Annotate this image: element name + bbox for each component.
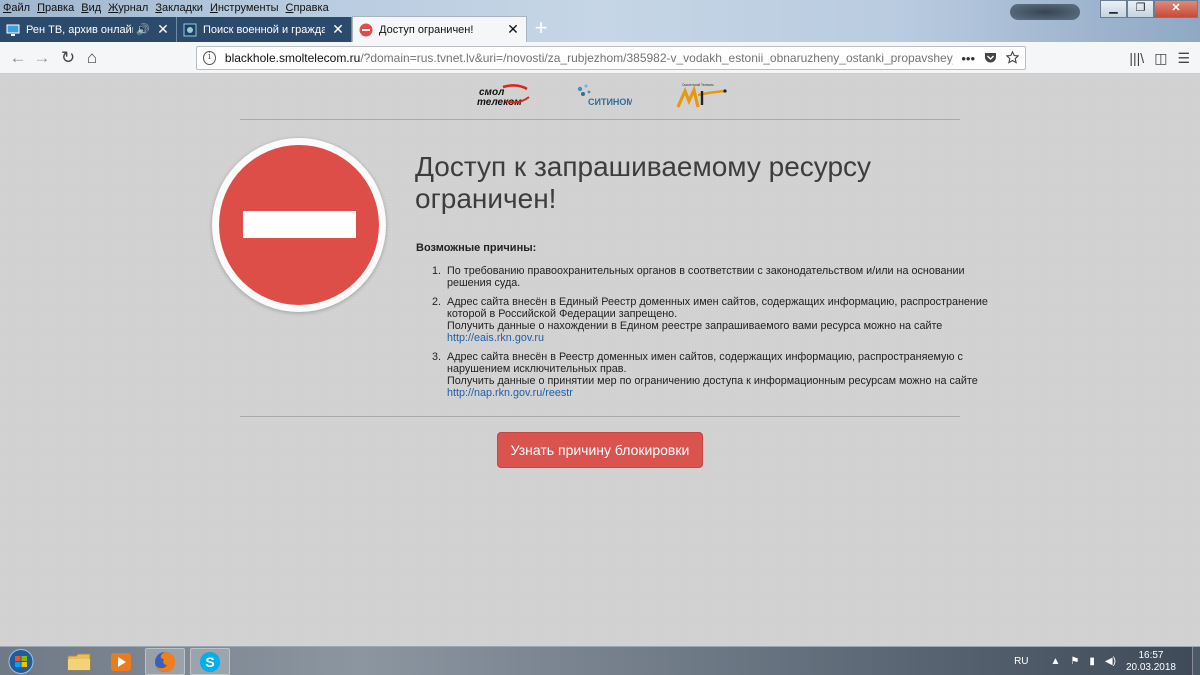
- monitor-icon: [6, 24, 20, 36]
- browser-titlebar: Файл Правка Вид Журнал Закладки Инструме…: [0, 0, 1200, 42]
- no-entry-sign-icon: [212, 138, 386, 312]
- tab-strip: Рен ТВ, архив онлайн. Теле 🔊 ✕ Поиск вое…: [0, 15, 1200, 42]
- logo-word-sitynom: СИТИНОМ: [588, 97, 632, 107]
- network-icon[interactable]: ▮: [1089, 656, 1095, 667]
- menu-view[interactable]: Вид: [78, 0, 105, 15]
- list-item: 1. По требованию правоохранительных орга…: [432, 265, 992, 289]
- tab-search[interactable]: Поиск военной и гражданской ✕: [177, 17, 352, 42]
- no-entry-sign-bar: [243, 211, 356, 238]
- close-tab-icon[interactable]: ✕: [156, 21, 170, 38]
- menu-tools[interactable]: Инструменты: [207, 0, 283, 15]
- blocked-page: смол телеком СИТИНОМ Смоленский Телеком …: [0, 74, 1200, 646]
- menu-file[interactable]: Файл: [0, 0, 34, 15]
- list-item-text: Адрес сайта внесён в Единый Реестр домен…: [447, 296, 988, 320]
- sitynom-logo: СИТИНОМ: [577, 84, 632, 107]
- taskbar-explorer[interactable]: [59, 648, 99, 675]
- menu-bookmarks[interactable]: Закладки: [152, 0, 207, 15]
- tab-label: Доступ ограничен!: [379, 23, 474, 36]
- action-center-flag-icon[interactable]: ⚑: [1070, 656, 1079, 667]
- library-icon[interactable]: |||\: [1129, 46, 1144, 70]
- list-item-text: Адрес сайта внесён в Реестр доменных име…: [447, 351, 963, 375]
- tab-rentv[interactable]: Рен ТВ, архив онлайн. Теле 🔊 ✕: [0, 17, 177, 42]
- clock-date: 20.03.2018: [1125, 661, 1176, 673]
- skype-icon: S: [200, 651, 220, 672]
- divider: [240, 416, 960, 417]
- menu-edit[interactable]: Правка: [34, 0, 78, 15]
- bookmark-star-icon[interactable]: [1006, 50, 1019, 64]
- close-tab-icon[interactable]: ✕: [331, 21, 345, 38]
- list-item: 3. Адрес сайта внесён в Реестр доменных …: [432, 351, 992, 399]
- reload-button[interactable]: ↻: [56, 46, 80, 70]
- tab-label: Рен ТВ, архив онлайн. Теле: [26, 23, 133, 36]
- tab-access-denied[interactable]: Доступ ограничен! ✕: [352, 16, 527, 42]
- back-button[interactable]: ←: [6, 46, 30, 70]
- volume-icon[interactable]: ◀): [1105, 656, 1116, 667]
- close-tab-icon[interactable]: ✕: [506, 21, 520, 38]
- taskbar-skype[interactable]: S: [190, 648, 230, 675]
- list-item-note: Получить данные о нахождении в Едином ре…: [447, 320, 943, 332]
- navigation-toolbar: ← → ↻ ⌂ i blackhole.smoltelecom.ru/?doma…: [0, 42, 1200, 74]
- url-text[interactable]: blackhole.smoltelecom.ru/?domain=rus.tvn…: [225, 51, 953, 65]
- windows-taskbar: S RU ▲ ⚑ ▮ ◀) 16:57 20.03.2018: [0, 646, 1200, 675]
- show-desktop-button[interactable]: [1192, 647, 1200, 675]
- eais-link[interactable]: http://eais.rkn.gov.ru: [447, 332, 544, 344]
- page-title: Доступ к запрашиваемому ресурсу ограниче…: [415, 151, 872, 214]
- url-path: /?domain=rus.tvnet.lv&uri=/novosti/za_ru…: [360, 51, 953, 65]
- list-item-number: 2.: [432, 296, 442, 308]
- provider-logos: смол телеком СИТИНОМ Смоленский Телеком: [0, 81, 1200, 111]
- tab-label: Поиск военной и гражданской: [203, 23, 325, 36]
- reasons-heading: Возможные причины:: [416, 242, 537, 254]
- firefox-icon: [155, 651, 176, 672]
- taskbar-media-player[interactable]: [101, 648, 141, 675]
- logo-caption: Смоленский Телеком: [682, 83, 714, 87]
- svg-text:S: S: [205, 654, 214, 670]
- forward-button[interactable]: →: [30, 46, 54, 70]
- reasons-list: 1. По требованию правоохранительных орга…: [432, 265, 992, 406]
- taskbar-firefox[interactable]: [145, 648, 185, 675]
- clock-time: 16:57: [1138, 649, 1164, 661]
- list-item-number: 1.: [432, 265, 442, 277]
- speaker-icon[interactable]: 🔊: [136, 23, 150, 36]
- third-provider-logo: Смоленский Телеком: [676, 83, 727, 108]
- find-block-reason-button[interactable]: Узнать причину блокировки: [497, 432, 703, 468]
- url-host: blackhole.smoltelecom.ru: [224, 51, 361, 65]
- new-tab-button[interactable]: +: [530, 17, 552, 40]
- page-actions-icon[interactable]: •••: [961, 51, 975, 66]
- list-item: 2. Адрес сайта внесён в Единый Реестр до…: [432, 296, 992, 344]
- menu-history[interactable]: Журнал: [105, 0, 152, 15]
- list-item-note: Получить данные о принятии мер по ограни…: [447, 375, 978, 387]
- smoltelecom-logo: смол телеком: [477, 84, 530, 108]
- pocket-icon[interactable]: [984, 51, 997, 64]
- site-info-icon[interactable]: i: [203, 51, 216, 65]
- folder-icon: [67, 653, 91, 670]
- start-button-icon[interactable]: [3, 648, 39, 675]
- clock[interactable]: 16:57 20.03.2018: [1126, 650, 1176, 674]
- system-tray: RU ▲ ⚑ ▮ ◀) 16:57 20.03.2018: [1014, 647, 1200, 675]
- menu-help[interactable]: Справка: [283, 0, 333, 15]
- address-bar[interactable]: i blackhole.smoltelecom.ru/?domain=rus.t…: [196, 46, 1026, 70]
- media-player-icon: [111, 652, 131, 671]
- menu-icon[interactable]: ☰: [1177, 46, 1190, 70]
- home-button[interactable]: ⌂: [80, 46, 104, 70]
- list-item-number: 3.: [432, 351, 442, 363]
- language-indicator[interactable]: RU: [1014, 656, 1028, 667]
- divider: [240, 119, 960, 120]
- stop-icon: [359, 23, 373, 36]
- sidebar-icon[interactable]: ◫: [1154, 46, 1167, 70]
- nap-reestr-link[interactable]: http://nap.rkn.gov.ru/reestr: [447, 387, 573, 399]
- menu-bar: Файл Правка Вид Журнал Закладки Инструме…: [0, 0, 333, 15]
- list-item-text: По требованию правоохранительных органов…: [447, 265, 965, 289]
- show-hidden-icons-icon[interactable]: ▲: [1051, 656, 1061, 667]
- site-icon: [183, 23, 197, 36]
